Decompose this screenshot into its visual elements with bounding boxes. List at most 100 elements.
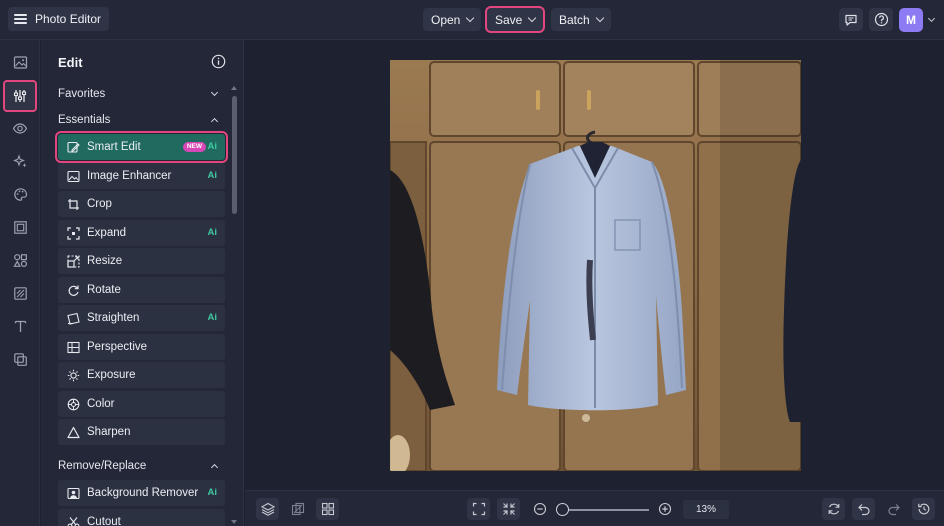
compare-icon [291, 502, 304, 516]
rail-item-edit[interactable] [3, 80, 37, 112]
enhancer-icon [66, 169, 80, 183]
expand-icon [66, 226, 80, 240]
frame-icon [13, 220, 27, 234]
tool-cutout[interactable]: Cutout [58, 509, 225, 526]
feedback-button[interactable] [839, 8, 863, 31]
chevron-up-icon[interactable] [210, 463, 219, 472]
tool-rotate[interactable]: Rotate [58, 277, 225, 303]
new-badge: NEW [182, 142, 206, 152]
rail-item-effects[interactable] [5, 114, 35, 142]
tool-resize[interactable]: Resize [58, 248, 225, 274]
straighten-icon [66, 311, 80, 325]
fit-to-screen-icon [472, 502, 485, 516]
zoom-slider-handle[interactable] [556, 503, 569, 516]
triangle-icon [66, 425, 80, 439]
tool-exposure[interactable]: Exposure [58, 362, 225, 388]
undo-button[interactable] [852, 498, 875, 520]
help-icon [874, 12, 888, 27]
scroll-up-arrow-icon[interactable] [231, 86, 237, 90]
redo-button[interactable] [882, 498, 905, 520]
rail-item-graphics[interactable] [5, 246, 35, 274]
chevron-down-icon[interactable] [210, 88, 219, 97]
zoom-in-icon [658, 502, 671, 516]
palette-icon [13, 187, 27, 201]
layers-button[interactable] [256, 498, 279, 520]
chevron-up-icon[interactable] [210, 117, 219, 126]
tool-crop[interactable]: Crop [58, 191, 225, 217]
rail-item-image[interactable] [5, 48, 35, 76]
info-icon[interactable] [211, 54, 226, 69]
history-icon [917, 503, 929, 515]
rail-item-frames[interactable] [5, 213, 35, 241]
chevron-down-icon [466, 13, 475, 23]
layers-icon [260, 502, 275, 516]
zoom-out-button[interactable] [528, 498, 551, 520]
eye-icon [12, 122, 28, 134]
photo-canvas[interactable] [390, 60, 801, 471]
shapes-icon [12, 253, 27, 267]
tool-image-enhancer[interactable]: Image Enhancer Ai [58, 163, 225, 189]
refresh-icon [828, 503, 839, 515]
canvas-area[interactable] [245, 40, 944, 490]
scissors-icon [66, 515, 80, 526]
background-remover-icon [66, 486, 80, 500]
rail-item-overlays[interactable] [5, 279, 35, 307]
section-essentials[interactable]: Essentials [58, 114, 110, 126]
tool-straighten[interactable]: Straighten Ai [58, 305, 225, 331]
text-icon [14, 320, 26, 332]
save-menu-button[interactable]: Save [484, 6, 546, 33]
section-remove-replace[interactable]: Remove/Replace [58, 460, 146, 472]
rail-item-ai-tools[interactable] [5, 147, 35, 175]
section-favorites[interactable]: Favorites [58, 88, 105, 100]
photo-shirt-on-wardrobe [390, 60, 801, 471]
avatar[interactable]: M [899, 8, 923, 32]
rail-item-artsy[interactable] [5, 180, 35, 208]
ai-badge: Ai [207, 312, 218, 323]
undo-icon [857, 504, 870, 516]
zoom-out-icon [533, 502, 546, 516]
chevron-down-icon[interactable] [927, 14, 936, 23]
zoom-slider-track[interactable] [563, 509, 649, 511]
scroll-down-arrow-icon[interactable] [231, 520, 237, 524]
panel-scrollbar-thumb[interactable] [232, 96, 237, 214]
tool-background-remover[interactable]: Background Remover Ai [58, 480, 225, 506]
edit-panel: Edit Favorites Essentials Smart Edit NEW… [41, 40, 244, 526]
zoom-level[interactable]: 13% [683, 500, 729, 519]
tool-expand[interactable]: Expand Ai [58, 220, 225, 246]
reset-button[interactable] [822, 498, 845, 520]
zoom-in-button[interactable] [653, 498, 676, 520]
color-wheel-icon [66, 397, 80, 411]
resize-icon [66, 254, 80, 268]
ai-badge: Ai [207, 227, 218, 238]
overlay-icon [13, 286, 27, 300]
fit-screen-button[interactable] [467, 498, 490, 520]
tool-rail [0, 40, 40, 526]
hamburger-icon [14, 14, 27, 24]
rotate-icon [66, 283, 80, 297]
chat-icon [845, 14, 857, 26]
smart-edit-icon [66, 140, 80, 154]
batch-menu-button[interactable]: Batch [551, 8, 611, 31]
grid-view-button[interactable] [316, 498, 339, 520]
rail-item-textures[interactable] [5, 345, 35, 373]
perspective-icon [66, 340, 80, 354]
history-button[interactable] [912, 498, 935, 520]
rail-item-text[interactable] [5, 312, 35, 340]
sun-icon [66, 368, 80, 382]
tool-perspective[interactable]: Perspective [58, 334, 225, 360]
sparkle-icon [12, 153, 27, 167]
shrink-icon [502, 503, 515, 515]
grid-icon [321, 502, 334, 516]
app-title: Photo Editor [35, 12, 102, 26]
help-button[interactable] [869, 8, 893, 31]
tool-smart-edit[interactable]: Smart Edit NEW Ai [55, 131, 228, 163]
tool-sharpen[interactable]: Sharpen [58, 419, 225, 445]
ai-badge: Ai [207, 170, 218, 181]
actual-size-button[interactable] [497, 498, 520, 520]
ai-badge: Ai [207, 141, 218, 152]
tool-color[interactable]: Color [58, 391, 225, 417]
compare-button[interactable] [286, 498, 309, 520]
image-icon [13, 55, 27, 69]
main-menu-button[interactable]: Photo Editor [8, 7, 110, 31]
open-menu-button[interactable]: Open [423, 8, 482, 31]
